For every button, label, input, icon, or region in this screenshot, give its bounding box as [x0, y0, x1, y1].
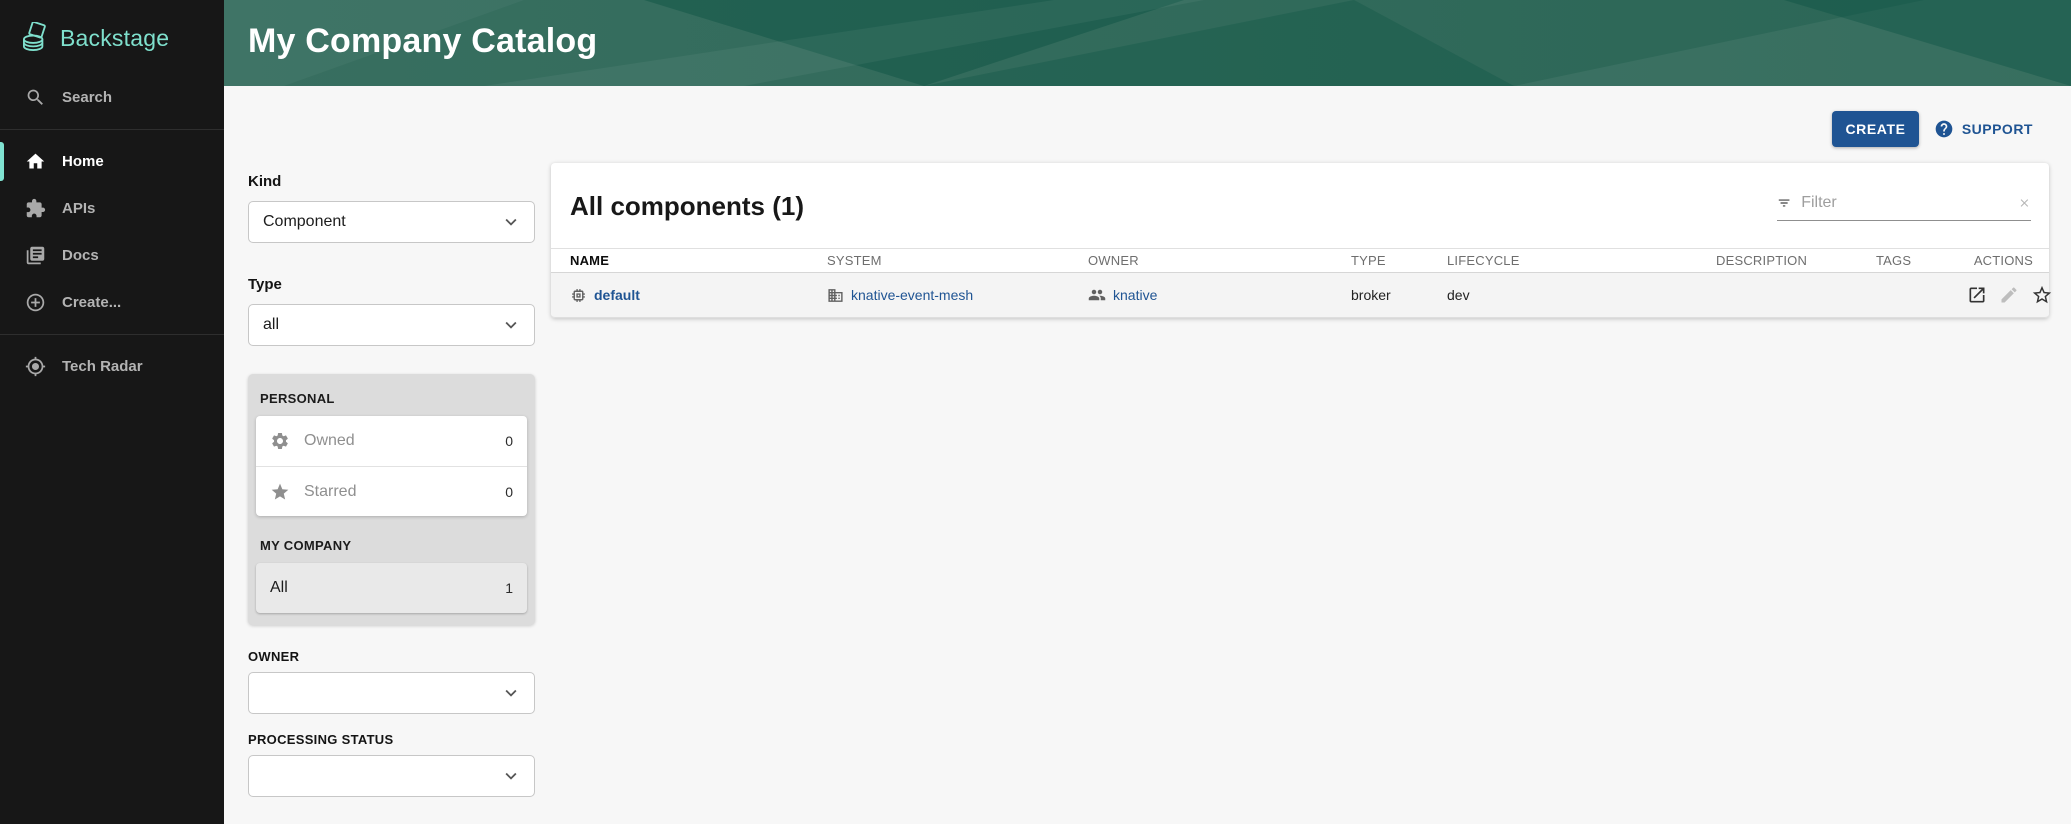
gear-icon [270, 431, 290, 451]
home-icon [25, 151, 46, 172]
type-select-value: all [263, 316, 279, 334]
filter-panel: Kind Component Type all PERSONAL Owned [248, 173, 535, 797]
radar-target-icon [25, 356, 46, 377]
filter-item-all[interactable]: All 1 [256, 563, 527, 613]
star-outline-icon [2031, 284, 2053, 306]
column-header-type[interactable]: TYPE [1351, 253, 1447, 268]
entity-picker-card: PERSONAL Owned 0 Starred 0 [248, 374, 535, 625]
column-header-description[interactable]: DESCRIPTION [1716, 253, 1876, 268]
system-building-icon [827, 287, 844, 304]
create-button[interactable]: CREATE [1832, 111, 1919, 147]
support-label: SUPPORT [1962, 121, 2033, 137]
help-icon [1934, 119, 1954, 139]
sidebar: Backstage Search Home APIs Docs [0, 0, 224, 824]
support-button[interactable]: SUPPORT [1934, 111, 2033, 147]
sidebar-item-create[interactable]: Create... [0, 279, 224, 326]
column-header-actions: ACTIONS [1967, 253, 2049, 268]
personal-group: Owned 0 Starred 0 [256, 416, 527, 516]
edit-button[interactable] [1999, 285, 2019, 305]
search-icon [25, 87, 46, 108]
entity-link[interactable]: default [594, 287, 640, 303]
table-row: default knative-event-mesh knative broke… [551, 273, 2049, 318]
column-header-system[interactable]: SYSTEM [827, 253, 1088, 268]
column-header-lifecycle[interactable]: LIFECYCLE [1447, 253, 1716, 268]
chevron-down-icon [500, 314, 522, 336]
kind-label: Kind [248, 173, 535, 190]
filter-item-owned[interactable]: Owned 0 [256, 416, 527, 466]
app-root: Backstage Search Home APIs Docs [0, 0, 2071, 824]
filter-item-count: 0 [505, 484, 513, 500]
page-header: My Company Catalog [224, 0, 2071, 86]
cell-owner: knative [1088, 286, 1351, 304]
filter-item-label: All [270, 579, 505, 597]
backstage-logo[interactable]: Backstage [0, 0, 224, 74]
cell-type: broker [1351, 287, 1447, 303]
page-title: My Company Catalog [248, 22, 597, 61]
sidebar-item-search[interactable]: Search [0, 74, 224, 121]
owner-group-icon [1088, 286, 1106, 304]
column-header-owner[interactable]: OWNER [1088, 253, 1351, 268]
owner-label: OWNER [248, 649, 535, 664]
table-filter-field [1777, 193, 2031, 221]
filter-item-starred[interactable]: Starred 0 [256, 466, 527, 516]
chevron-down-icon [500, 682, 522, 704]
edit-pencil-icon [1999, 285, 2019, 305]
chevron-down-icon [500, 765, 522, 787]
sidebar-item-label: Home [62, 153, 104, 170]
sidebar-item-label: Search [62, 89, 112, 106]
column-header-tags[interactable]: TAGS [1876, 253, 1967, 268]
docs-icon [25, 245, 46, 266]
add-circle-icon [25, 292, 46, 313]
kind-select[interactable]: Component [248, 201, 535, 243]
main-content: CREATE SUPPORT Kind Component Type all P… [224, 86, 2071, 824]
clear-filter-icon[interactable] [2018, 194, 2031, 212]
cell-system: knative-event-mesh [827, 287, 1088, 304]
backstage-logo-icon [20, 22, 50, 54]
sidebar-item-label: APIs [62, 200, 95, 217]
cell-lifecycle: dev [1447, 287, 1716, 303]
company-heading: MY COMPANY [256, 530, 527, 563]
kind-select-value: Component [263, 213, 346, 231]
sidebar-divider [0, 129, 224, 130]
open-in-new-icon [1967, 285, 1987, 305]
filter-item-label: Owned [304, 432, 505, 450]
system-link[interactable]: knative-event-mesh [851, 287, 973, 303]
column-header-name[interactable]: NAME [570, 253, 827, 268]
component-chip-icon [570, 287, 587, 304]
owner-select[interactable] [248, 672, 535, 714]
owner-link[interactable]: knative [1113, 287, 1157, 303]
sidebar-divider [0, 334, 224, 335]
components-table-card: All components (1) NAME SYSTEM OWNER TYP… [551, 163, 2049, 318]
type-select[interactable]: all [248, 304, 535, 346]
puzzle-icon [25, 198, 46, 219]
cell-name: default [570, 287, 827, 304]
filter-item-label: Starred [304, 483, 505, 501]
star-button[interactable] [2031, 284, 2053, 306]
sidebar-item-home[interactable]: Home [0, 138, 224, 185]
open-in-new-button[interactable] [1967, 285, 1987, 305]
filter-item-count: 1 [505, 580, 513, 596]
sidebar-item-tech-radar[interactable]: Tech Radar [0, 343, 224, 390]
personal-heading: PERSONAL [256, 383, 527, 416]
filter-item-count: 0 [505, 433, 513, 449]
chevron-down-icon [500, 211, 522, 233]
processing-status-select[interactable] [248, 755, 535, 797]
table-filter-input[interactable] [1801, 194, 2008, 212]
sidebar-item-label: Tech Radar [62, 358, 143, 375]
sidebar-item-label: Create... [62, 294, 121, 311]
processing-status-label: PROCESSING STATUS [248, 732, 535, 747]
sidebar-nav: Search Home APIs Docs Create... [0, 74, 224, 390]
sidebar-item-label: Docs [62, 247, 99, 264]
table-header-row: NAME SYSTEM OWNER TYPE LIFECYCLE DESCRIP… [551, 248, 2049, 273]
sidebar-item-apis[interactable]: APIs [0, 185, 224, 232]
star-icon [270, 482, 290, 502]
type-label: Type [248, 276, 535, 293]
brand-name: Backstage [60, 25, 169, 52]
cell-actions [1967, 284, 2067, 306]
filter-list-icon [1777, 193, 1791, 213]
sidebar-item-docs[interactable]: Docs [0, 232, 224, 279]
